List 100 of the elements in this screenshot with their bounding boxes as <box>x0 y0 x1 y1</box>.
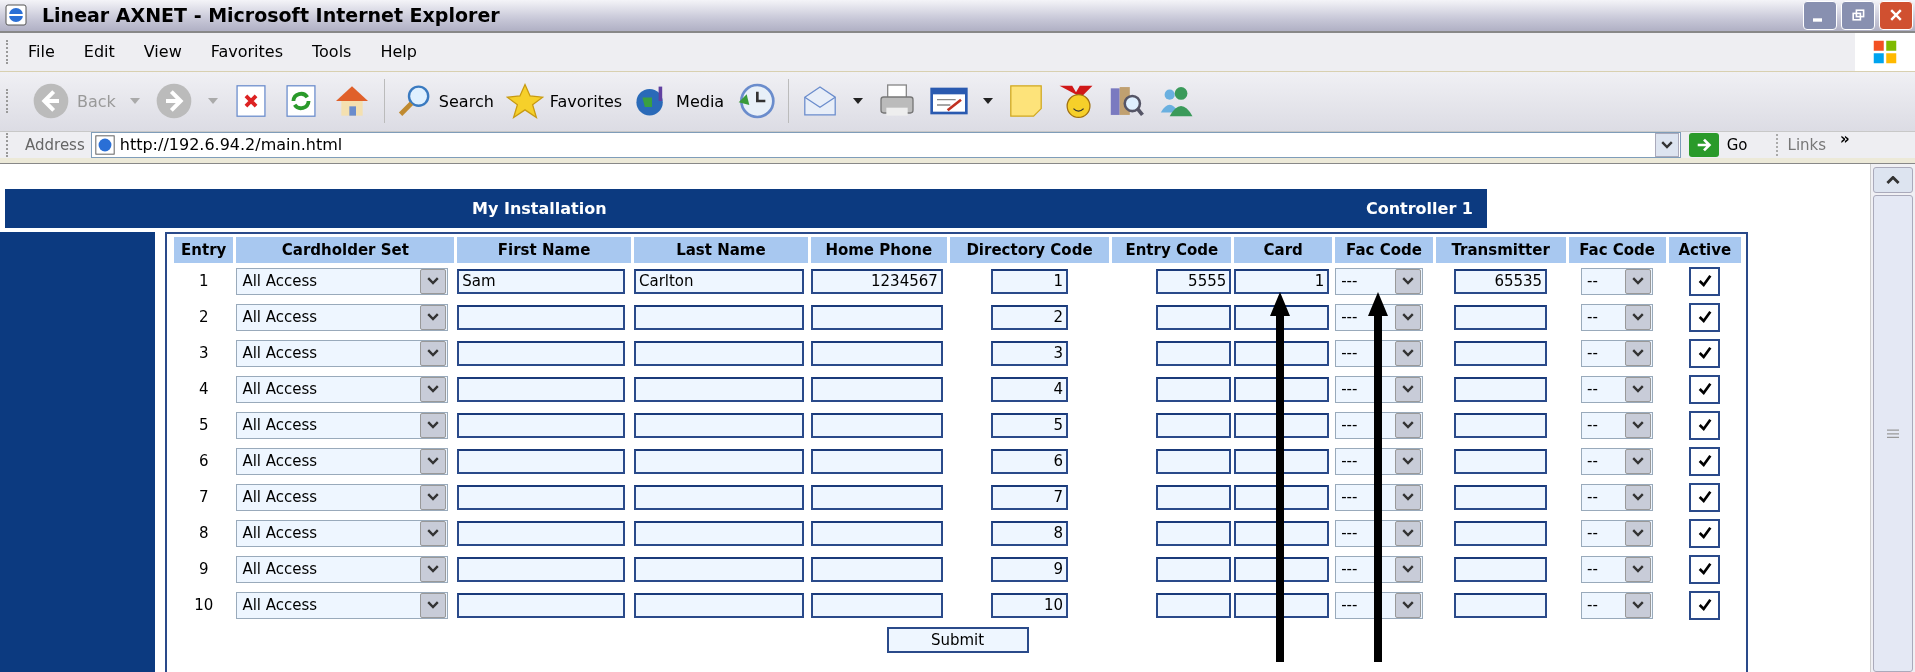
text-field[interactable] <box>810 448 943 474</box>
entry-code-field[interactable] <box>1156 448 1232 474</box>
text-field[interactable] <box>810 412 943 438</box>
media-button[interactable]: Media <box>628 83 731 120</box>
directory-code-field[interactable]: 2 <box>991 304 1068 330</box>
fac-code-select[interactable]: -- <box>1581 303 1654 331</box>
favorites-button[interactable]: Favorites <box>499 82 629 121</box>
text-field[interactable] <box>810 592 943 618</box>
entry-code-field[interactable] <box>1156 592 1232 618</box>
entry-code-field[interactable] <box>1156 484 1232 510</box>
transmitter-field[interactable] <box>1454 304 1548 330</box>
address-field[interactable]: http://192.6.94.2/main.html <box>90 131 1681 158</box>
transmitter-field[interactable] <box>1454 376 1548 402</box>
restore-button[interactable] <box>1841 0 1875 30</box>
menu-item[interactable]: File <box>25 42 58 62</box>
text-field[interactable] <box>457 412 626 438</box>
card-field[interactable] <box>1234 448 1330 474</box>
card-field[interactable] <box>1234 412 1330 438</box>
transmitter-field[interactable] <box>1454 520 1548 546</box>
directory-code-field[interactable]: 5 <box>991 412 1068 438</box>
active-checkbox[interactable] <box>1689 518 1721 548</box>
text-field[interactable] <box>457 484 626 510</box>
card-field[interactable] <box>1234 520 1330 546</box>
fac-code-select[interactable]: -- <box>1581 267 1654 295</box>
fac-code-select[interactable]: --- <box>1335 555 1424 583</box>
card-field[interactable]: 1 <box>1234 268 1330 294</box>
active-checkbox[interactable] <box>1689 266 1721 296</box>
cardholder-set-select[interactable]: All Access <box>236 519 449 547</box>
fac-code-select[interactable]: -- <box>1581 411 1654 439</box>
cardholder-set-select[interactable]: All Access <box>236 339 449 367</box>
cardholder-set-select[interactable]: All Access <box>236 555 449 583</box>
text-field[interactable] <box>810 376 943 402</box>
dropdown-caret-icon[interactable] <box>983 98 994 105</box>
text-field[interactable] <box>633 412 804 438</box>
close-button[interactable] <box>1879 0 1913 30</box>
menu-item[interactable]: Favorites <box>207 42 286 62</box>
fac-code-select[interactable]: -- <box>1581 591 1654 619</box>
fac-code-select[interactable]: -- <box>1581 519 1654 547</box>
fac-code-select[interactable]: --- <box>1335 339 1424 367</box>
transmitter-field[interactable] <box>1454 448 1548 474</box>
text-field[interactable] <box>633 376 804 402</box>
card-field[interactable] <box>1234 556 1330 582</box>
fac-code-select[interactable]: --- <box>1335 375 1424 403</box>
dropdown-caret-icon[interactable] <box>853 98 864 105</box>
fac-code-select[interactable]: --- <box>1335 591 1424 619</box>
entry-code-field[interactable] <box>1156 412 1232 438</box>
fac-code-select[interactable]: --- <box>1335 447 1424 475</box>
go-button[interactable]: Go <box>1680 132 1756 157</box>
active-checkbox[interactable] <box>1689 590 1721 620</box>
fac-code-select[interactable]: --- <box>1335 519 1424 547</box>
links-label[interactable]: Links <box>1787 135 1827 154</box>
active-checkbox[interactable] <box>1689 554 1721 584</box>
menu-item[interactable]: Tools <box>309 42 355 62</box>
text-field[interactable] <box>457 556 626 582</box>
card-field[interactable] <box>1234 484 1330 510</box>
fac-code-select[interactable]: -- <box>1581 375 1654 403</box>
text-field[interactable] <box>810 304 943 330</box>
text-field[interactable]: Carlton <box>633 268 804 294</box>
search-button[interactable]: Search <box>390 83 500 120</box>
text-field[interactable]: Sam <box>457 268 626 294</box>
entry-code-field[interactable] <box>1156 556 1232 582</box>
transmitter-field[interactable] <box>1454 412 1548 438</box>
text-field[interactable] <box>457 592 626 618</box>
fac-code-select[interactable]: -- <box>1581 339 1654 367</box>
fac-code-select[interactable]: -- <box>1581 483 1654 511</box>
fac-code-select[interactable]: -- <box>1581 555 1654 583</box>
transmitter-field[interactable] <box>1454 484 1548 510</box>
cardholder-set-select[interactable]: All Access <box>236 303 449 331</box>
text-field[interactable] <box>633 592 804 618</box>
card-field[interactable] <box>1234 376 1330 402</box>
active-checkbox[interactable] <box>1689 374 1721 404</box>
directory-code-field[interactable]: 9 <box>991 556 1068 582</box>
cardholder-set-select[interactable]: All Access <box>236 411 449 439</box>
text-field[interactable] <box>633 304 804 330</box>
active-checkbox[interactable] <box>1689 302 1721 332</box>
cardholder-set-select[interactable]: All Access <box>236 375 449 403</box>
cardholder-set-select[interactable]: All Access <box>236 267 449 295</box>
directory-code-field[interactable]: 8 <box>991 520 1068 546</box>
directory-code-field[interactable]: 4 <box>991 376 1068 402</box>
entry-code-field[interactable] <box>1156 340 1232 366</box>
text-field[interactable] <box>457 340 626 366</box>
cardholder-set-select[interactable]: All Access <box>236 447 449 475</box>
entry-code-field[interactable] <box>1156 304 1232 330</box>
fac-code-select[interactable]: --- <box>1335 483 1424 511</box>
entry-code-field[interactable]: 5555 <box>1156 268 1232 294</box>
entry-code-field[interactable] <box>1156 376 1232 402</box>
text-field[interactable] <box>457 520 626 546</box>
transmitter-field[interactable] <box>1454 592 1548 618</box>
menu-item[interactable]: View <box>140 42 185 62</box>
fac-code-select[interactable]: --- <box>1335 411 1424 439</box>
text-field[interactable] <box>633 340 804 366</box>
entry-code-field[interactable] <box>1156 520 1232 546</box>
transmitter-field[interactable]: 65535 <box>1454 268 1548 294</box>
text-field[interactable] <box>457 376 626 402</box>
directory-code-field[interactable]: 7 <box>991 484 1068 510</box>
directory-code-field[interactable]: 3 <box>991 340 1068 366</box>
text-field[interactable] <box>633 520 804 546</box>
text-field[interactable] <box>457 304 626 330</box>
fac-code-select[interactable]: -- <box>1581 447 1654 475</box>
text-field[interactable] <box>633 448 804 474</box>
